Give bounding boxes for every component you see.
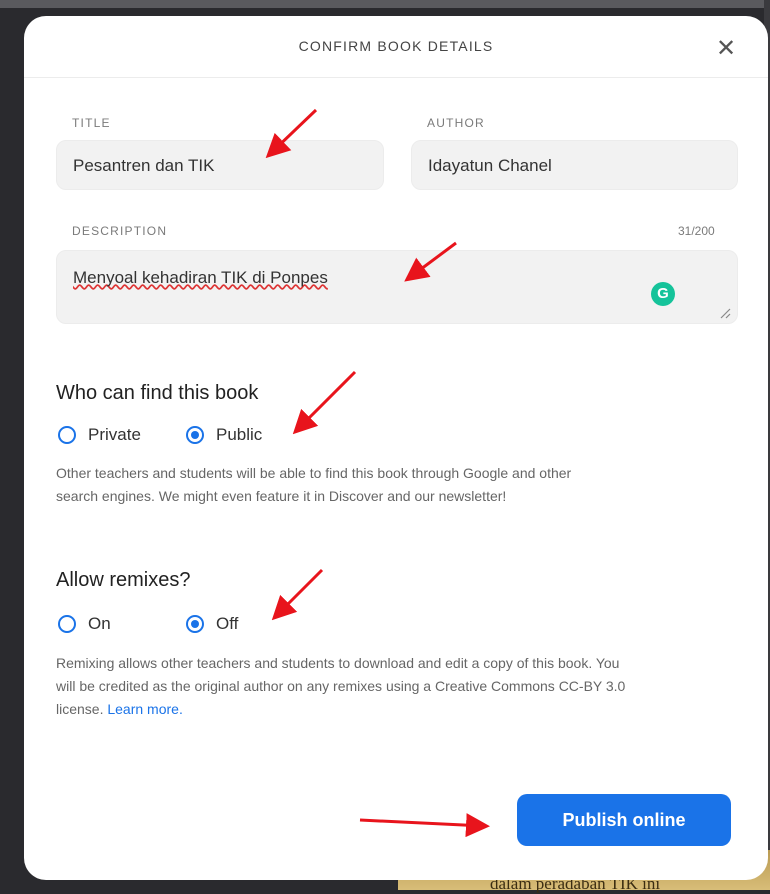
radio-private-label: Private — [88, 425, 141, 444]
title-input-value: Pesantren dan TIK — [73, 156, 215, 175]
radio-public[interactable]: Public — [186, 425, 262, 445]
radio-circle-icon — [58, 615, 76, 633]
description-counter: 31/200 — [678, 224, 715, 238]
remix-heading: Allow remixes? — [56, 569, 191, 591]
close-icon[interactable]: ✕ — [714, 37, 738, 62]
dialog-title: CONFIRM BOOK DETAILS — [298, 38, 494, 54]
radio-off-label: Off — [216, 614, 239, 633]
description-textarea[interactable]: Menyoal kehadiran TIK di Ponpes — [56, 250, 738, 324]
learn-more-link[interactable]: Learn more. — [107, 701, 182, 717]
radio-on-label: On — [88, 614, 111, 633]
radio-checked-icon — [186, 426, 204, 444]
grammarly-icon[interactable]: G — [651, 282, 675, 306]
visibility-heading: Who can find this book — [56, 382, 259, 404]
resize-handle-icon[interactable] — [719, 307, 731, 319]
radio-on[interactable]: On — [58, 614, 111, 634]
remix-help-text: Remixing allows other teachers and stude… — [56, 652, 626, 721]
author-input-value: Idayatun Chanel — [428, 156, 552, 175]
radio-circle-icon — [58, 426, 76, 444]
description-label: DESCRIPTION — [72, 224, 168, 238]
radio-checked-icon — [186, 615, 204, 633]
confirm-book-details-dialog: CONFIRM BOOK DETAILS ✕ TITLE Pesantren d… — [24, 16, 768, 880]
author-label: AUTHOR — [427, 116, 485, 130]
title-input[interactable]: Pesantren dan TIK — [56, 140, 384, 190]
description-value: Menyoal kehadiran TIK di Ponpes — [73, 268, 328, 287]
radio-public-label: Public — [216, 425, 263, 444]
radio-off[interactable]: Off — [186, 614, 238, 634]
publish-online-button[interactable]: Publish online — [517, 794, 731, 846]
background-top-strip — [0, 0, 770, 8]
radio-private[interactable]: Private — [58, 425, 141, 445]
title-label: TITLE — [72, 116, 111, 130]
dialog-header: CONFIRM BOOK DETAILS ✕ — [24, 16, 768, 78]
author-input[interactable]: Idayatun Chanel — [411, 140, 738, 190]
visibility-help-text: Other teachers and students will be able… — [56, 465, 572, 504]
